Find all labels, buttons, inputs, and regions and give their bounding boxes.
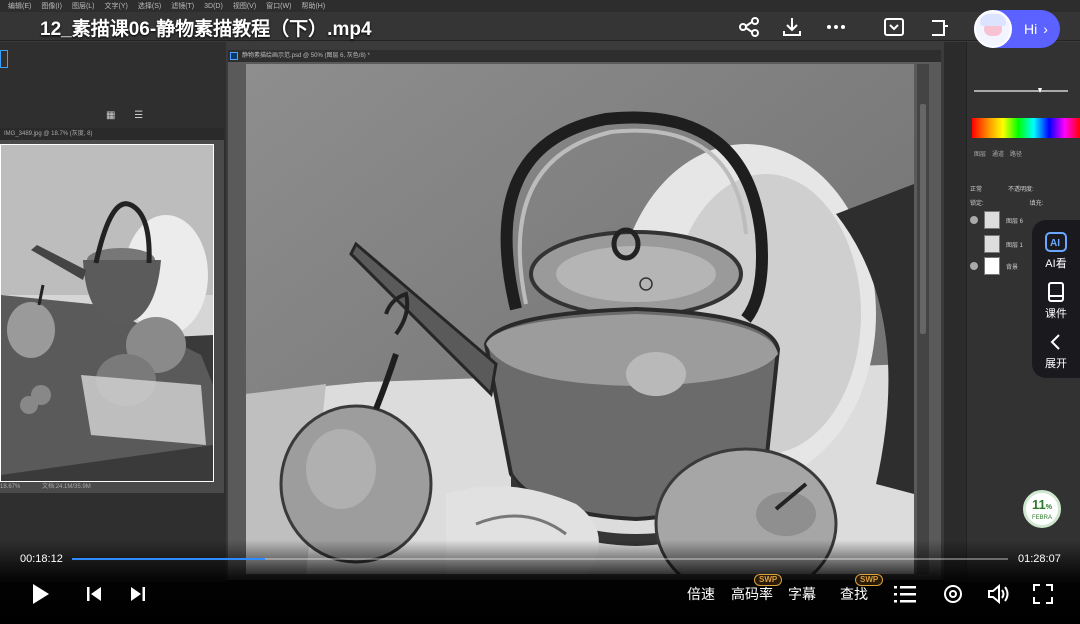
target-icon bbox=[944, 585, 962, 603]
settings-button[interactable] bbox=[940, 580, 966, 608]
ps-menu-item: 3D(D) bbox=[204, 2, 223, 10]
canvas-title-text: 静物素描绘画示范.psd @ 50% (图层 6, 灰色/8) * bbox=[242, 53, 370, 59]
skip-previous-icon bbox=[87, 587, 101, 601]
layer-thumbnail bbox=[984, 257, 1000, 275]
sketch-canvas bbox=[246, 64, 914, 574]
still-life-photo-image bbox=[1, 145, 213, 481]
side-menu: AI AI看 课件 展开 bbox=[1032, 220, 1080, 378]
speed-badge-unit: % bbox=[1045, 504, 1052, 511]
visibility-eye-icon bbox=[970, 216, 978, 224]
video-title: 12_素描课06-静物素描教程（下）.mp4 bbox=[40, 19, 372, 40]
courseware-button[interactable]: 课件 bbox=[1032, 272, 1080, 322]
expand-button[interactable]: 展开 bbox=[1032, 322, 1080, 372]
skip-next-icon bbox=[131, 587, 145, 601]
ai-watch-button[interactable]: AI AI看 bbox=[1032, 222, 1080, 272]
ps-menu-item: 文字(Y) bbox=[104, 3, 128, 10]
assistant-avatar bbox=[974, 10, 1012, 48]
download-icon[interactable] bbox=[779, 14, 805, 40]
brightness-slider bbox=[974, 88, 1068, 93]
reference-photo bbox=[0, 144, 214, 482]
chevron-left-icon bbox=[1032, 330, 1080, 354]
next-button[interactable] bbox=[126, 580, 150, 608]
expand-label: 展开 bbox=[1045, 358, 1067, 370]
canvas-vertical-scrollbar bbox=[917, 64, 929, 574]
color-spectrum bbox=[972, 118, 1080, 138]
screenshot-icon[interactable] bbox=[881, 14, 907, 40]
progress-fill bbox=[72, 558, 265, 560]
assistant-hi-button[interactable]: Hi › bbox=[974, 10, 1060, 48]
video-frame: 编辑(E) 图像(I) 图层(L) 文字(Y) 选择(S) 滤镜(T) 3D(D) 视图(V)… bbox=[0, 0, 1080, 582]
layer-name: 图层 6 bbox=[1006, 218, 1024, 225]
play-icon bbox=[33, 584, 49, 604]
assistant-hi-label: Hi bbox=[1024, 21, 1038, 37]
photo-zoom: 18.67% bbox=[0, 484, 21, 490]
reference-photo-window: IMG_3489.jpg @ 18.7% (灰度, 8) 18.67% 文档:2… bbox=[0, 128, 224, 493]
ps-doc-icon bbox=[230, 52, 238, 60]
ps-menu-item: 滤镜(T) bbox=[171, 3, 195, 10]
ps-menu-item: 图像(I) bbox=[41, 3, 62, 10]
photo-doc-size: 文档:24.1M/35.9M bbox=[42, 484, 91, 490]
speed-badge[interactable]: 11% FEBRA bbox=[1023, 490, 1061, 528]
ps-menubar: 编辑(E) 图像(I) 图层(L) 文字(Y) 选择(S) 滤镜(T) 3D(D) 视图(V)… bbox=[0, 0, 1080, 12]
layer-name: 图层 1 bbox=[1006, 242, 1024, 249]
layer-name: 背景 bbox=[1006, 264, 1019, 271]
layer-panel-tabs: 图层 通道 路径 bbox=[970, 146, 1080, 160]
book-icon bbox=[1032, 280, 1080, 304]
share-icon[interactable] bbox=[736, 14, 762, 40]
progress-bar[interactable] bbox=[72, 558, 1008, 560]
chevron-right-icon: › bbox=[1043, 21, 1048, 37]
layer-thumbnail bbox=[984, 211, 1000, 229]
subtitle-button[interactable]: 字幕 bbox=[788, 584, 816, 604]
volume-button[interactable] bbox=[986, 580, 1012, 608]
ps-menu-item: 窗口(W) bbox=[266, 3, 292, 10]
ps-menu-item: 视图(V) bbox=[232, 3, 257, 10]
layer-tab-layers: 图层 bbox=[974, 151, 987, 158]
panel-tab bbox=[0, 50, 8, 68]
controls-background bbox=[0, 540, 1080, 624]
more-icon[interactable] bbox=[823, 14, 849, 40]
canvas-window-title: 静物素描绘画示范.psd @ 50% (图层 6, 灰色/8) * bbox=[228, 50, 941, 62]
speed-badge-sub: FEBRA bbox=[1031, 515, 1052, 521]
list-icon bbox=[894, 586, 916, 603]
playlist-button[interactable] bbox=[892, 580, 918, 608]
courseware-label: 课件 bbox=[1045, 308, 1067, 320]
pip-icon[interactable] bbox=[926, 14, 952, 40]
ps-menu-item: 图层(L) bbox=[71, 3, 95, 10]
main-canvas-window: 静物素描绘画示范.psd @ 50% (图层 6, 灰色/8) * bbox=[228, 50, 941, 580]
ps-menu-item: 编辑(E) bbox=[8, 3, 32, 10]
teapot-sketch-artwork bbox=[246, 64, 914, 574]
fill-label: 填充: bbox=[1029, 200, 1044, 207]
view-toggle-icons: ▦ ☰ bbox=[106, 110, 152, 121]
play-button[interactable] bbox=[26, 580, 54, 608]
layer-tab-paths: 路径 bbox=[1010, 151, 1023, 158]
current-time: 00:18:12 bbox=[20, 553, 63, 565]
visibility-eye-icon bbox=[970, 240, 978, 248]
previous-button[interactable] bbox=[82, 580, 106, 608]
total-time: 01:28:07 bbox=[1018, 553, 1061, 565]
ai-icon: AI bbox=[1032, 230, 1080, 254]
ai-watch-label: AI看 bbox=[1045, 258, 1067, 270]
fullscreen-button[interactable] bbox=[1030, 580, 1056, 608]
ps-tool-column bbox=[944, 42, 967, 582]
visibility-eye-icon bbox=[970, 262, 978, 270]
lock-row: 锁定: 填充: bbox=[970, 192, 1080, 212]
photo-window-title: IMG_3489.jpg @ 18.7% (灰度, 8) bbox=[0, 128, 224, 140]
speed-button[interactable]: 倍速 bbox=[687, 584, 715, 604]
speed-badge-value: 11 bbox=[1032, 497, 1046, 512]
quality-button[interactable]: 高码率 bbox=[731, 584, 773, 604]
video-player[interactable]: 编辑(E) 图像(I) 图层(L) 文字(Y) 选择(S) 滤镜(T) 3D(D) 视图(V)… bbox=[0, 0, 1080, 624]
ps-menu-item: 帮助(H) bbox=[301, 3, 326, 10]
layer-tab-channels: 通道 bbox=[992, 151, 1005, 158]
layer-thumbnail bbox=[984, 235, 1000, 253]
ps-menu-item: 选择(S) bbox=[137, 3, 162, 10]
svg-text:AI: AI bbox=[1050, 238, 1060, 249]
lock-label: 锁定: bbox=[970, 200, 984, 207]
photo-status-bar: 18.67% 文档:24.1M/35.9M bbox=[0, 481, 224, 491]
search-button[interactable]: 查找 bbox=[840, 584, 868, 604]
fullscreen-icon bbox=[1033, 584, 1053, 604]
volume-icon bbox=[988, 583, 1009, 605]
